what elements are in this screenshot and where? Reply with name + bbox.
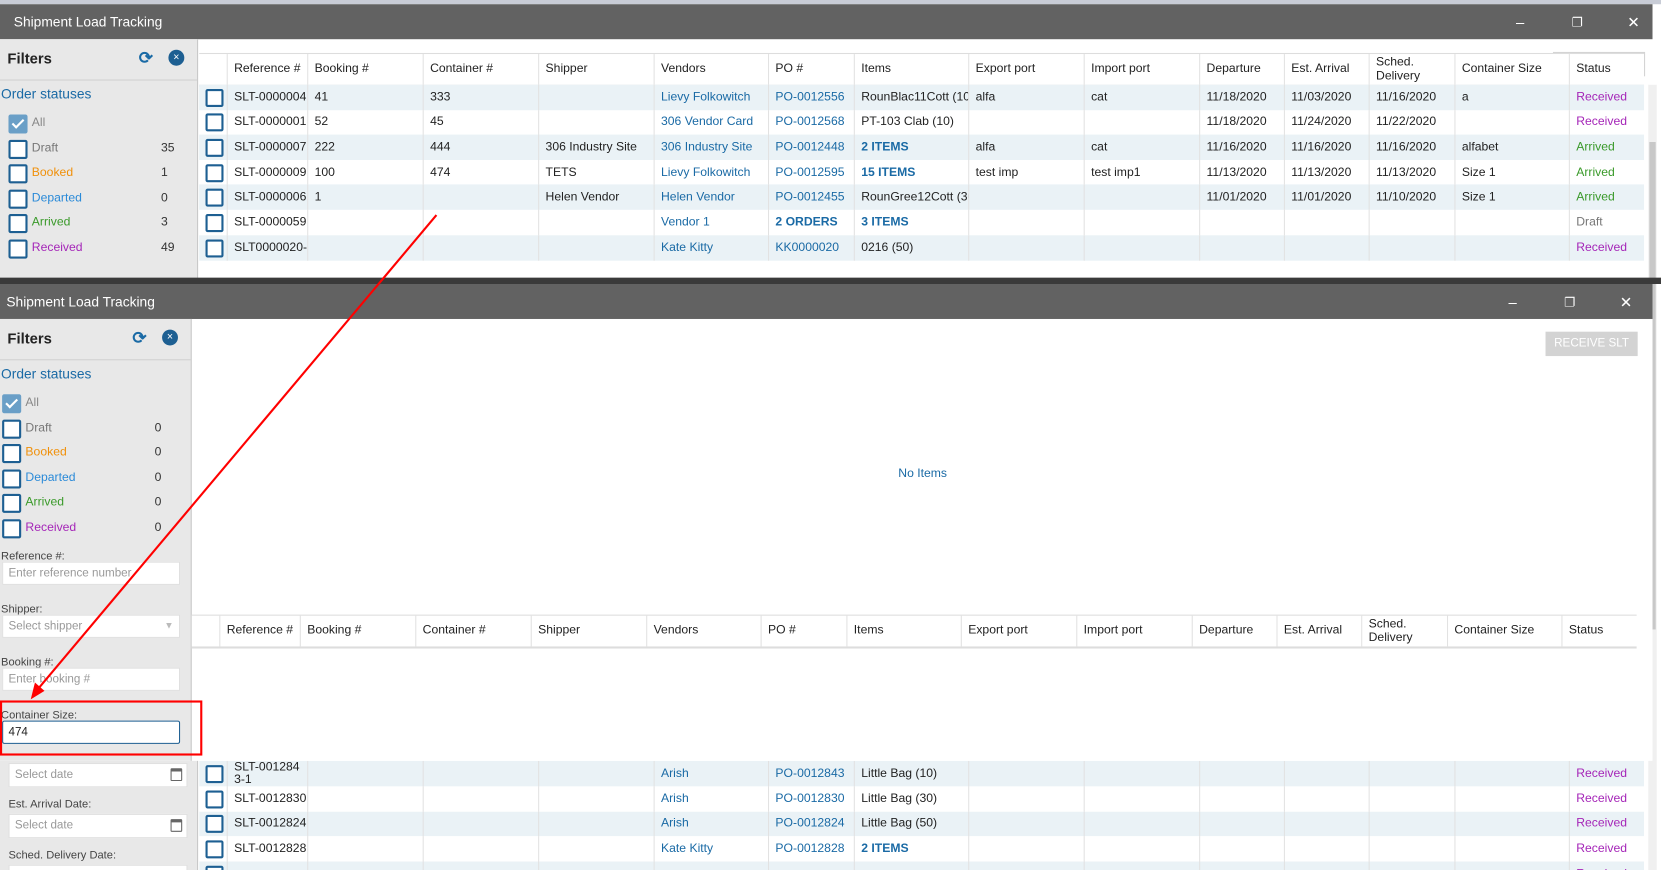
- cell-container-size: [1454, 811, 1568, 837]
- cell-reference: SLT-0012824: [226, 811, 308, 837]
- row-checkbox[interactable]: [205, 815, 224, 834]
- cell-booking: [307, 811, 422, 837]
- cell-booking: [307, 786, 422, 812]
- cell-est-arrival: [1283, 811, 1369, 837]
- cell-est-arrival: [1283, 760, 1369, 787]
- annotation-arrow: [30, 214, 438, 700]
- cell-export-port: [968, 861, 1083, 870]
- cell-items: Little Bag (30): [853, 786, 968, 812]
- shipments-table-continued: Reference #Booking #Container #ShipperVe…: [199, 760, 1645, 870]
- cell-export-port: [968, 760, 1083, 787]
- cell-export-port: [968, 811, 1083, 837]
- cell-est-arrival: [1283, 836, 1369, 862]
- cell-items: Little Bag (50): [853, 811, 968, 837]
- table-row[interactable]: SLT-0012830 Arish PO-0012830 Little Bag (30…: [199, 786, 1644, 812]
- cell-shipper: [538, 861, 653, 870]
- cell-vendors[interactable]: Arish: [653, 811, 768, 837]
- table-row[interactable]: Received: [199, 861, 1645, 870]
- cell-booking: [307, 861, 422, 870]
- cell-container: [422, 836, 538, 862]
- cell-container: [422, 760, 538, 787]
- cell-reference: SLT-0012843-1: [226, 760, 308, 787]
- cell-po[interactable]: PO-0012830: [767, 786, 854, 812]
- cell-import-port: [1083, 786, 1199, 812]
- cell-po[interactable]: PO-0012824: [767, 811, 854, 837]
- cell-departure: [1199, 861, 1284, 870]
- cell-est-arrival: [1283, 786, 1369, 812]
- cell-booking: [307, 760, 422, 787]
- cell-status: Received: [1568, 836, 1644, 862]
- cell-vendors[interactable]: Kate Kitty: [653, 836, 768, 862]
- cell-sched-delivery: [1368, 811, 1455, 837]
- cell-status: Received: [1568, 861, 1644, 870]
- cell-container-size: [1454, 861, 1568, 870]
- cell-reference: SLT-0012828: [226, 836, 308, 862]
- cell-po[interactable]: PO-0012828: [767, 836, 854, 862]
- cell-reference: SLT-0012830: [226, 786, 308, 812]
- cell-import-port: [1083, 861, 1199, 870]
- table-row[interactable]: SLT-0012828 Kate Kitty PO-0012828 2 ITEMS Re…: [199, 836, 1644, 862]
- cell-container-size: [1454, 760, 1568, 787]
- cell-status: Received: [1568, 786, 1644, 812]
- cell-sched-delivery: [1368, 861, 1455, 870]
- cell-sched-delivery: [1368, 760, 1455, 787]
- cell-vendors[interactable]: Arish: [653, 760, 768, 787]
- row-checkbox[interactable]: [205, 790, 224, 809]
- cell-export-port: [968, 786, 1083, 812]
- cell-vendors[interactable]: Arish: [653, 786, 768, 812]
- cell-container: [422, 811, 538, 837]
- cell-container: [422, 786, 538, 812]
- cell-status: Received: [1568, 811, 1644, 837]
- cell-container-size: [1454, 786, 1568, 812]
- cell-export-port: [968, 836, 1083, 862]
- cell-container-size: [1454, 836, 1568, 862]
- table-row[interactable]: SLT-0012824 Arish PO-0012824 Little Bag (50…: [199, 811, 1645, 837]
- cell-departure: [1199, 811, 1284, 837]
- cell-departure: [1199, 786, 1284, 812]
- row-checkbox[interactable]: [205, 765, 224, 784]
- cell-shipper: [538, 786, 653, 812]
- cell-shipper: [538, 836, 653, 862]
- cell-import-port: [1083, 836, 1199, 862]
- cell-items: [853, 861, 968, 870]
- cell-shipper: [538, 811, 653, 837]
- cell-reference: [226, 861, 308, 870]
- row-checkbox[interactable]: [205, 840, 224, 859]
- cell-import-port: [1083, 811, 1199, 837]
- cell-sched-delivery: [1368, 786, 1455, 812]
- cell-est-arrival: [1283, 861, 1369, 870]
- cell-departure: [1199, 836, 1284, 862]
- cell-departure: [1199, 760, 1284, 787]
- cell-booking: [307, 836, 422, 862]
- row-checkbox[interactable]: [205, 865, 224, 870]
- screen: Shipment Load Tracking – ❐ ✕ Filters ⟳ × Or…: [0, 0, 1661, 870]
- table-row[interactable]: SLT-0012843-1 Arish PO-0012843 Little Bag (…: [199, 760, 1645, 787]
- cell-items[interactable]: 2 ITEMS: [853, 836, 968, 862]
- cell-sched-delivery: [1368, 836, 1455, 862]
- cell-po[interactable]: PO-0012843: [767, 760, 854, 787]
- cell-container: [422, 861, 538, 870]
- cell-status: Received: [1568, 760, 1644, 787]
- cell-items: Little Bag (10): [853, 760, 968, 787]
- cell-shipper: [538, 760, 653, 787]
- cell-vendors[interactable]: [653, 861, 768, 870]
- cell-po[interactable]: [767, 861, 854, 870]
- cell-import-port: [1083, 760, 1199, 787]
